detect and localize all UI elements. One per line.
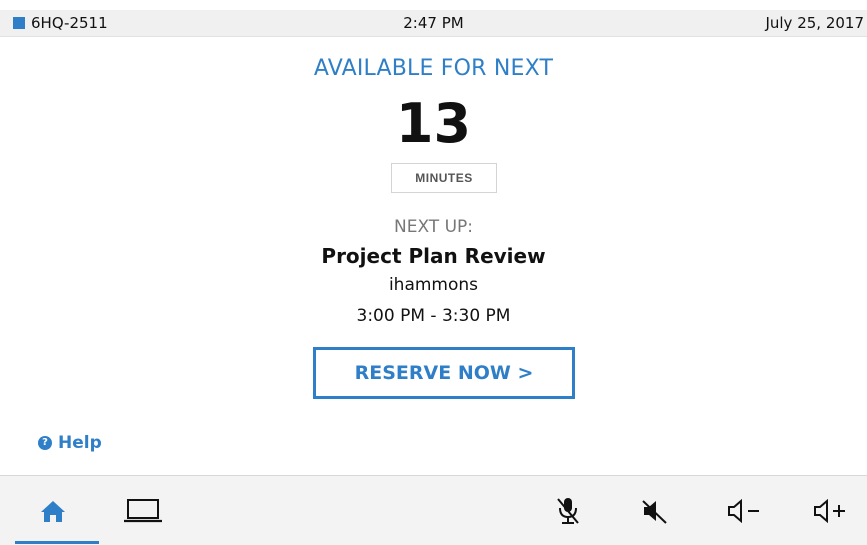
volume-down-icon xyxy=(728,498,759,523)
volume-up-icon xyxy=(814,498,845,523)
next-meeting-organizer: ihammons xyxy=(388,275,479,295)
laptop-button[interactable] xyxy=(118,476,168,545)
help-link[interactable]: ? Help xyxy=(38,433,102,453)
availability-heading: AVAILABLE FOR NEXT xyxy=(313,56,554,81)
mute-microphone-button[interactable] xyxy=(548,476,588,545)
status-bar: 6HQ-2511 2:47 PM July 25, 2017 xyxy=(0,10,867,37)
speaker-mute-icon xyxy=(642,499,667,524)
current-time: 2:47 PM xyxy=(403,14,464,32)
volume-up-button[interactable] xyxy=(806,476,856,545)
home-button[interactable] xyxy=(30,476,76,545)
help-label: Help xyxy=(58,433,102,453)
current-date: July 25, 2017 xyxy=(765,14,864,32)
home-icon xyxy=(41,500,65,522)
next-up-label: NEXT UP: xyxy=(393,217,473,237)
help-circle-icon: ? xyxy=(38,436,52,450)
volume-down-button[interactable] xyxy=(720,476,770,545)
next-meeting-title: Project Plan Review xyxy=(321,244,546,268)
laptop-icon xyxy=(124,498,162,522)
next-meeting-time-range: 3:00 PM - 3:30 PM xyxy=(356,306,511,326)
minutes-unit-label: MINUTES xyxy=(391,163,497,193)
mute-speaker-button[interactable] xyxy=(634,476,674,545)
bottom-toolbar xyxy=(0,475,867,545)
mic-mute-icon xyxy=(557,497,579,524)
reserve-now-button[interactable]: RESERVE NOW > xyxy=(313,347,575,399)
available-minutes-count: 13 xyxy=(395,92,472,155)
